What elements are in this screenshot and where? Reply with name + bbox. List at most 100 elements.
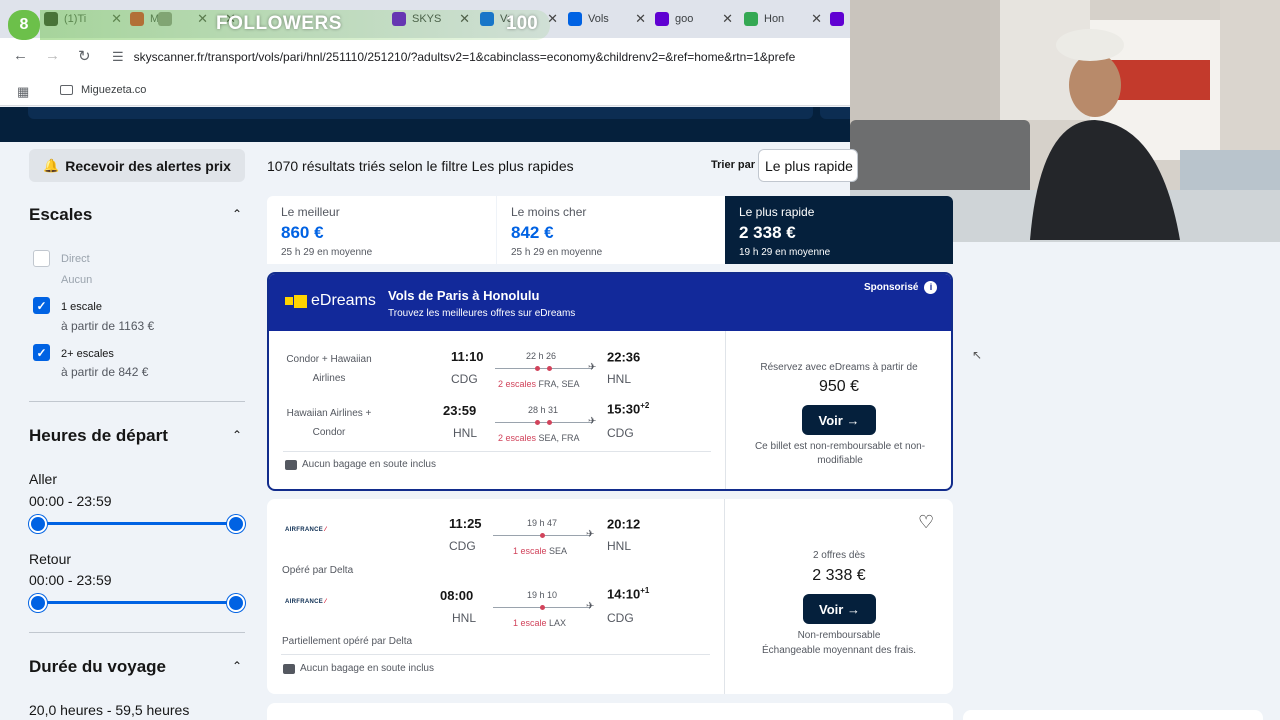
- r1-price: 2 338 €: [812, 567, 866, 584]
- tab-favicon-icon: [744, 12, 758, 26]
- stop-dot: [540, 605, 545, 610]
- sp-leg2-route-line: [495, 422, 593, 423]
- r1-leg1-stops: 1 escale SEA: [513, 546, 568, 556]
- plane-icon: ✈: [588, 362, 597, 373]
- browser-tab[interactable]: [830, 6, 850, 32]
- outbound-slider-start[interactable]: [29, 515, 47, 533]
- airfrance-logo: AIRFRANCE ⁄: [285, 527, 327, 533]
- follower-goal: 100: [506, 13, 538, 34]
- browser-tab[interactable]: Vols ✕: [568, 6, 646, 32]
- bookmark-label: Miguezeta.co: [81, 84, 147, 96]
- chevron-up-icon[interactable]: ⌃: [232, 207, 242, 221]
- card-divider: [725, 331, 726, 489]
- reload-icon[interactable]: ↻: [78, 47, 91, 65]
- sp-price-caption: Réservez avec eDreams à partir de: [760, 362, 918, 373]
- r1-baggage: Aucun bagage en soute inclus: [283, 663, 434, 674]
- sp-view-button[interactable]: Voir →: [802, 405, 876, 435]
- mouse-cursor-icon: ↖: [972, 348, 983, 362]
- info-icon[interactable]: i: [924, 281, 938, 294]
- filter-two-stops-label: 2+ escales: [61, 348, 114, 360]
- side-panel-card: [963, 710, 1263, 720]
- browser-tab[interactable]: Hon ✕: [744, 6, 822, 32]
- r1-leg1-dep-time: 11:25: [449, 516, 482, 531]
- checkbox-direct[interactable]: [33, 250, 50, 267]
- r1-leg2-arr-code: CDG: [607, 611, 634, 625]
- tab-fastest-duration: 19 h 29 en moyenne: [739, 247, 831, 258]
- tab-close-icon[interactable]: ✕: [722, 11, 733, 27]
- r1-leg1-arr-time: 20:12: [607, 516, 641, 532]
- browser-tab[interactable]: goo ✕: [655, 6, 733, 32]
- sponsored-badge[interactable]: Sponsorisé i: [864, 281, 938, 294]
- sponsored-card[interactable]: eDreams Vols de Paris à Honolulu Trouvez…: [267, 272, 953, 491]
- result-card-next[interactable]: [267, 703, 953, 720]
- r1-note-refund: Non-remboursable: [797, 630, 881, 641]
- forward-icon[interactable]: →: [45, 47, 60, 64]
- chevron-up-icon[interactable]: ⌃: [232, 659, 242, 673]
- r1-note-change: Échangeable moyennant des frais.: [762, 645, 916, 656]
- price-alert-button[interactable]: 🔔 Recevoir des alertes prix: [29, 149, 245, 182]
- stop-dot: [535, 420, 540, 425]
- sp-leg2-dep-code: HNL: [453, 426, 478, 440]
- search-edit-pill[interactable]: [820, 107, 850, 119]
- sponsored-badge-label: Sponsorisé: [864, 282, 919, 293]
- sort-select[interactable]: Le plus rapide: [758, 149, 858, 182]
- tab-best[interactable]: Le meilleur 860 € 25 h 29 en moyenne: [267, 196, 496, 264]
- sp-leg1-route-line: [495, 368, 593, 369]
- plane-icon: ✈: [586, 601, 595, 612]
- sp-leg2-stops: 2 escales SEA, FRA: [498, 433, 580, 443]
- search-summary-pill[interactable]: [28, 107, 813, 119]
- sp-leg1-stops: 2 escales FRA, SEA: [498, 379, 580, 389]
- return-slider-end[interactable]: [227, 594, 245, 612]
- tab-cheapest-price: 842 €: [511, 223, 554, 242]
- r1-view-button[interactable]: Voir →: [803, 594, 876, 624]
- filter-direct-label: Direct: [61, 253, 90, 265]
- sp-leg2-arr-time: 15:30+2: [607, 401, 650, 417]
- search-header-band: [0, 107, 850, 142]
- tab-cheapest[interactable]: Le moins cher 842 € 25 h 29 en moyenne: [497, 196, 725, 264]
- filter-one-stop-label: 1 escale: [61, 301, 102, 313]
- return-slider-track[interactable]: [38, 601, 236, 604]
- outbound-slider-end[interactable]: [227, 515, 245, 533]
- back-icon[interactable]: ←: [13, 47, 28, 64]
- sp-leg2-dep-time: 23:59: [443, 403, 477, 418]
- follower-count: 8: [8, 10, 40, 40]
- outbound-slider-track[interactable]: [38, 522, 236, 525]
- r1-leg1-duration: 19 h 47: [527, 518, 558, 528]
- checkbox-one-stop[interactable]: ✓: [33, 297, 50, 314]
- filter-direct-sub: Aucun: [61, 274, 93, 286]
- bookmark-item[interactable]: Miguezeta.co: [60, 84, 146, 96]
- r1-leg1-dep-code: CDG: [449, 539, 476, 553]
- tab-cheapest-duration: 25 h 29 en moyenne: [511, 247, 603, 258]
- card-divider: [283, 451, 711, 452]
- r1-leg2-dep-time: 08:00: [440, 588, 474, 603]
- site-settings-icon[interactable]: ☰: [112, 49, 124, 65]
- tab-best-duration: 25 h 29 en moyenne: [281, 247, 373, 258]
- r1-leg2-dep-code: HNL: [452, 611, 477, 625]
- heart-icon[interactable]: ♡: [918, 512, 934, 533]
- tab-cheapest-title: Le moins cher: [511, 205, 587, 219]
- return-slider-start[interactable]: [29, 594, 47, 612]
- tab-close-icon[interactable]: ✕: [635, 11, 646, 27]
- sp-leg1-duration: 22 h 26: [526, 351, 557, 361]
- chevron-up-icon[interactable]: ⌃: [232, 428, 242, 442]
- apps-grid-icon[interactable]: ▦: [17, 84, 29, 100]
- tab-label: Hon: [764, 13, 785, 25]
- url-field[interactable]: ☰ skyscanner.fr/transport/vols/pari/hnl/…: [112, 44, 852, 70]
- filter-two-stops-sub: à partir de 842 €: [61, 365, 149, 379]
- tab-favicon-icon: [568, 12, 582, 26]
- checkbox-two-stops[interactable]: ✓: [33, 344, 50, 361]
- result-card[interactable]: ♡ AIRFRANCE ⁄ 11:25 CDG 19 h 47 ✈ 1 esca…: [267, 499, 953, 694]
- r1-offers: 2 offres dès: [812, 550, 866, 561]
- return-range: 00:00 - 23:59: [29, 572, 112, 588]
- edreams-logo: eDreams: [285, 292, 376, 310]
- tab-close-icon[interactable]: ✕: [811, 11, 822, 27]
- filter-divider: [29, 632, 245, 633]
- sort-label: Trier par: [711, 159, 756, 171]
- sp-leg1-airline: Condor + Hawaiian Airlines: [286, 354, 372, 384]
- filter-stops-title: Escales: [29, 205, 93, 224]
- bell-icon: 🔔: [43, 157, 60, 173]
- tab-favicon-icon: [830, 12, 844, 26]
- sponsored-title: Vols de Paris à Honolulu: [388, 288, 540, 303]
- sp-leg1-arr-code: HNL: [607, 372, 632, 386]
- tab-fastest[interactable]: Le plus rapide 2 338 € 19 h 29 en moyenn…: [725, 196, 953, 264]
